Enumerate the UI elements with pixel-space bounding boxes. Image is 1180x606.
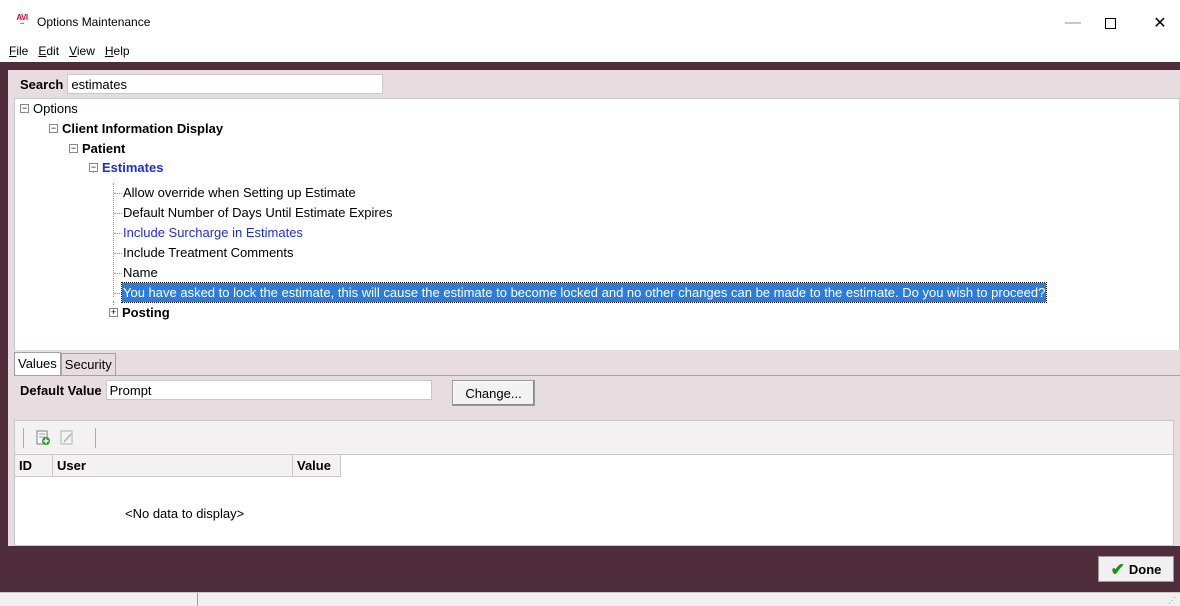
search-row: Search [8,70,1180,98]
tree-node-patient[interactable]: Patient [82,139,125,158]
tree-item-lock-estimate-selected[interactable]: You have asked to lock the estimate, thi… [120,282,1048,303]
default-value-row: Default Value [20,380,432,400]
app-logo-icon: AVI ▪▪▪ [16,13,28,28]
grid-header: ID User Value [15,455,341,477]
checkmark-icon: ✔ [1110,559,1125,579]
column-header-value[interactable]: Value [293,455,341,477]
menu-view[interactable]: View [64,40,100,62]
default-value-field[interactable] [105,380,432,400]
menu-help[interactable]: Help [100,40,135,62]
tree-connector [113,301,114,305]
column-header-id[interactable]: ID [15,455,53,477]
tree-connector [114,193,122,194]
tree-node-posting[interactable]: Posting [122,303,170,322]
expand-icon[interactable]: + [109,308,118,317]
menu-edit[interactable]: Edit [33,40,64,62]
grid-toolbar [15,421,1173,455]
status-bar: ⋰ [0,592,1180,606]
status-pane [6,593,198,606]
window-title: Options Maintenance [37,15,151,29]
options-tree[interactable]: − Options − Client Information Display −… [14,98,1180,352]
status-pane [200,593,1170,606]
menu-file[interactable]: File [4,40,33,62]
resize-grip-icon[interactable]: ⋰ [1168,597,1176,605]
menu-help-label: elp [113,44,130,58]
search-label: Search [20,76,64,92]
default-value-label: Default Value [20,382,102,398]
tree-connector [113,183,114,297]
done-button-label: Done [1128,561,1162,577]
users-grid: ID User Value <No data to display> [14,420,1174,546]
tree-item-allow-override[interactable]: Allow override when Setting up Estimate [123,183,356,202]
tree-node-estimates[interactable]: Estimates [102,158,163,177]
close-button[interactable]: ✕ [1137,8,1180,38]
tree-connector [114,273,122,274]
tab-divider [14,375,1180,376]
toolbar-separator [95,428,96,448]
menu-file-label: ile [16,44,29,58]
menu-view-label: iew [76,44,95,58]
add-record-icon[interactable] [35,430,51,446]
empty-grid-message: <No data to display> [125,506,245,521]
title-bar: AVI ▪▪▪ Options Maintenance — ✕ [0,0,1180,40]
options-panel: Search − Options − Client Information Di… [8,70,1180,352]
search-input[interactable] [67,74,384,94]
menu-bar: File Edit View Help [0,40,1180,62]
column-header-user[interactable]: User [53,455,293,477]
tree-node-options[interactable]: Options [33,99,78,118]
collapse-icon[interactable]: − [89,163,98,172]
edit-record-icon[interactable] [59,430,75,446]
tree-connector [114,293,122,294]
tree-node-client-info[interactable]: Client Information Display [62,119,223,138]
tree-item-include-surcharge[interactable]: Include Surcharge in Estimates [123,223,303,242]
menu-edit-label: dit [46,44,60,58]
tree-connector [114,233,122,234]
details-panel: Values Security Default Value Change... [8,350,1180,546]
tab-strip: Values Security [14,352,116,375]
tree-item-name[interactable]: Name [123,263,158,282]
tree-connector [114,253,122,254]
tree-item-include-treatment-comments[interactable]: Include Treatment Comments [123,243,294,262]
collapse-icon[interactable]: − [20,104,29,113]
maximize-icon [1104,17,1116,29]
maximize-button[interactable] [1087,8,1133,38]
tab-values[interactable]: Values [14,352,61,375]
tab-security[interactable]: Security [60,353,116,375]
menu-help-mnemonic: H [104,44,114,58]
main-frame: Search − Options − Client Information Di… [0,62,1180,592]
collapse-icon[interactable]: − [49,124,58,133]
menu-view-mnemonic: V [69,44,77,58]
done-button[interactable]: ✔ Done [1098,556,1174,582]
change-button[interactable]: Change... [452,380,535,406]
close-icon: ✕ [1153,15,1167,32]
toolbar-separator [23,428,24,448]
tree-item-default-days[interactable]: Default Number of Days Until Estimate Ex… [123,203,392,222]
collapse-icon[interactable]: − [69,144,78,153]
minimize-icon: — [1065,14,1081,31]
tree-connector [114,213,122,214]
footer-bar: ✔ Done [0,546,1180,592]
